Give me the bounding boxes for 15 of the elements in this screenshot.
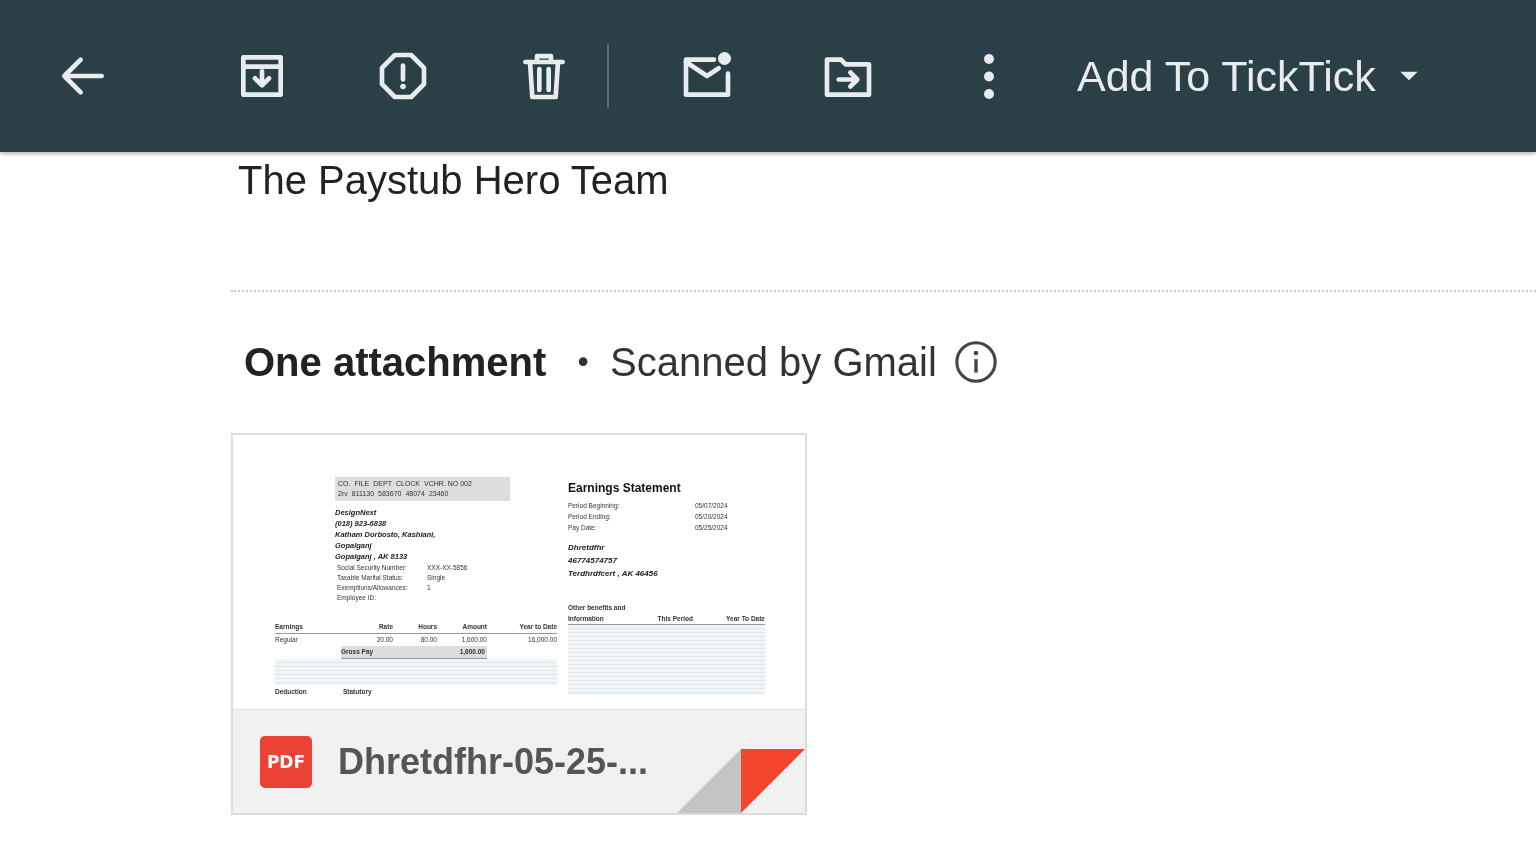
file-name: Dhretdfhr-05-25-... [338,740,649,783]
separator-dot: • [574,344,592,380]
add-to-ticktick-menu[interactable]: Add To TickTick [1077,51,1422,101]
folded-corner-icon [677,749,805,813]
statement-title: Earnings Statement [568,480,682,496]
attachment-heading: One attachment [244,339,547,385]
attachment-card[interactable] [231,433,807,815]
scan-note: Scanned by Gmail [610,339,937,385]
signature-text: The Paystub Hero Team [238,158,670,202]
employee-line: Dhretdfhr [568,542,606,554]
more-icon [984,53,994,99]
info-icon[interactable] [952,339,999,385]
file-type-icon: PDF [260,735,312,788]
employee-line: Terdhrdfcert , AK 46456 [568,568,659,580]
employee-line: 46774574757 [568,555,618,567]
